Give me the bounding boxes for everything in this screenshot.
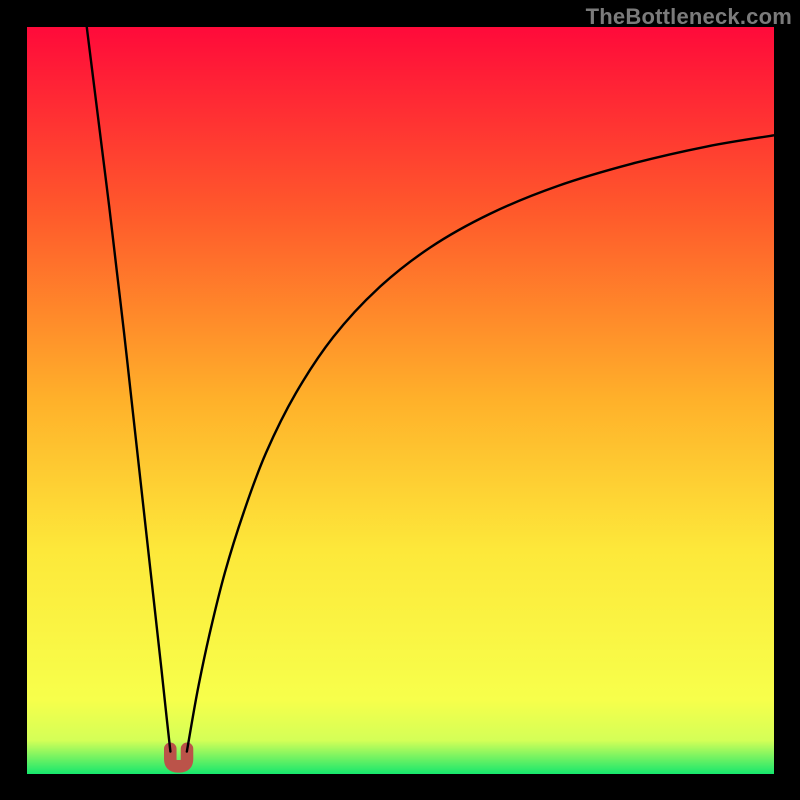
gradient-background [27,27,774,774]
watermark-text: TheBottleneck.com [586,4,792,30]
chart-frame: TheBottleneck.com [0,0,800,800]
plot-area [27,27,774,774]
chart-svg [27,27,774,774]
